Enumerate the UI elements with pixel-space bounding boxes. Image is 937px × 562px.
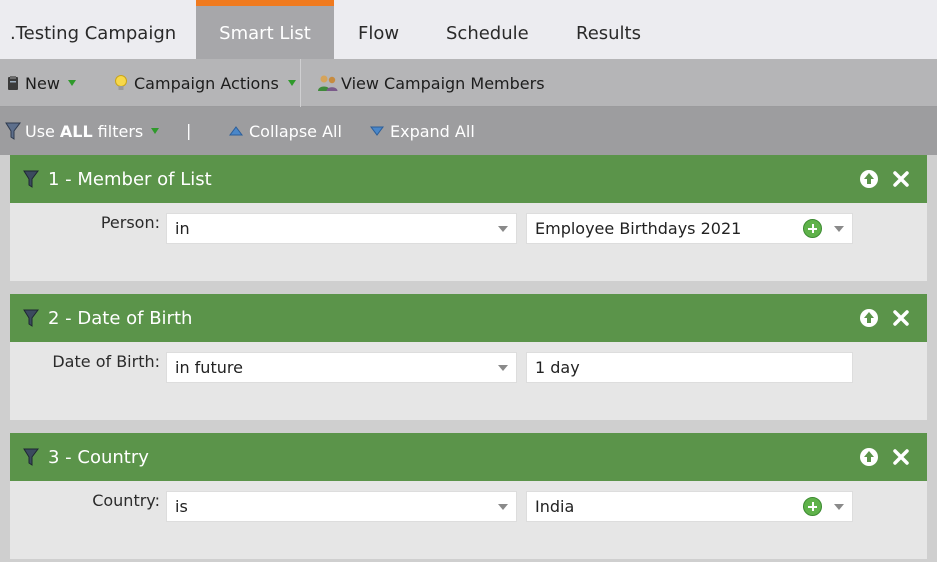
filter-header[interactable]: 2 - Date of Birth <box>10 294 927 342</box>
filters-label: filters <box>97 121 144 141</box>
filter-row: Country: is India <box>10 481 927 522</box>
filter-title: 3 - Country <box>48 446 149 468</box>
filter-icon <box>22 168 40 190</box>
filter-header[interactable]: 1 - Member of List <box>10 155 927 203</box>
all-label: ALL <box>59 121 93 141</box>
tab-testing-campaign[interactable]: .Testing Campaign <box>10 0 176 59</box>
filter-icon <box>22 307 40 329</box>
filter-country: 3 - Country Country: is India <box>10 433 927 559</box>
filter-member-of-list: 1 - Member of List Person: in Employee B… <box>10 155 927 281</box>
filter-header[interactable]: 3 - Country <box>10 433 927 481</box>
operator-value: in future <box>175 358 243 377</box>
view-campaign-members-button[interactable]: View Campaign Members <box>317 59 545 107</box>
tab-smart-list[interactable]: Smart List <box>196 0 334 59</box>
new-button[interactable]: New <box>6 59 76 107</box>
toolbar-separator: | <box>186 121 192 140</box>
expand-all-button[interactable]: Expand All <box>370 107 475 155</box>
new-dropdown-icon <box>67 80 76 86</box>
tab-flow[interactable]: Flow <box>358 0 399 59</box>
expand-all-label: Expand All <box>390 121 475 141</box>
close-icon[interactable] <box>892 433 910 481</box>
filter-date-of-birth: 2 - Date of Birth Date of Birth: in futu… <box>10 294 927 420</box>
field-label: Date of Birth: <box>52 352 160 371</box>
field-label: Person: <box>100 213 160 232</box>
close-icon[interactable] <box>892 294 910 342</box>
filter-icon <box>5 121 21 141</box>
filter-row: Person: in Employee Birthdays 2021 <box>10 203 927 244</box>
tab-results[interactable]: Results <box>576 0 641 59</box>
close-icon[interactable] <box>892 155 910 203</box>
value-select[interactable]: India <box>526 491 853 522</box>
chevron-down-icon <box>498 226 508 232</box>
tab-schedule[interactable]: Schedule <box>446 0 529 59</box>
add-icon[interactable] <box>803 497 822 516</box>
field-label: Country: <box>92 491 160 510</box>
chevron-down-icon <box>834 226 844 232</box>
filter-title: 2 - Date of Birth <box>48 307 193 329</box>
collapse-all-button[interactable]: Collapse All <box>229 107 342 155</box>
operator-select[interactable]: in future <box>166 352 517 383</box>
move-up-icon[interactable] <box>859 433 879 481</box>
use-filters-dropdown-icon <box>151 128 160 134</box>
view-campaign-members-label: View Campaign Members <box>341 73 545 93</box>
chevron-down-icon <box>834 504 844 510</box>
filter-title: 1 - Member of List <box>48 168 212 190</box>
use-label: Use <box>25 121 55 141</box>
expand-icon <box>370 126 384 136</box>
toolbar-divider <box>300 59 301 107</box>
chevron-down-icon <box>498 365 508 371</box>
new-label: New <box>25 73 60 93</box>
value-select[interactable]: Employee Birthdays 2021 <box>526 213 853 244</box>
operator-select[interactable]: in <box>166 213 517 244</box>
campaign-actions-button[interactable]: Campaign Actions <box>113 59 296 107</box>
filter-icon <box>22 446 40 468</box>
action-toolbar: New Campaign Actions View Campaign Membe… <box>0 59 937 107</box>
tab-bar: .Testing Campaign Smart List Flow Schedu… <box>0 0 937 59</box>
add-icon[interactable] <box>803 219 822 238</box>
collapse-all-label: Collapse All <box>249 121 342 141</box>
filter-row: Date of Birth: in future 1 day <box>10 342 927 383</box>
operator-value: in <box>175 219 190 238</box>
campaign-actions-label: Campaign Actions <box>134 73 279 93</box>
value-input[interactable]: 1 day <box>526 352 853 383</box>
collapse-icon <box>229 126 243 136</box>
new-icon <box>6 75 20 91</box>
value-text: India <box>535 497 575 516</box>
value-text: 1 day <box>535 358 580 377</box>
filter-toolbar: Use ALL filters | Collapse All Expand Al… <box>0 107 937 155</box>
operator-select[interactable]: is <box>166 491 517 522</box>
operator-value: is <box>175 497 188 516</box>
chevron-down-icon <box>498 504 508 510</box>
campaign-actions-dropdown-icon <box>287 80 296 86</box>
move-up-icon[interactable] <box>859 294 879 342</box>
move-up-icon[interactable] <box>859 155 879 203</box>
value-text: Employee Birthdays 2021 <box>535 219 742 238</box>
lightbulb-icon <box>113 74 129 92</box>
use-all-filters-button[interactable]: Use ALL filters <box>5 107 160 155</box>
people-icon <box>317 74 339 92</box>
